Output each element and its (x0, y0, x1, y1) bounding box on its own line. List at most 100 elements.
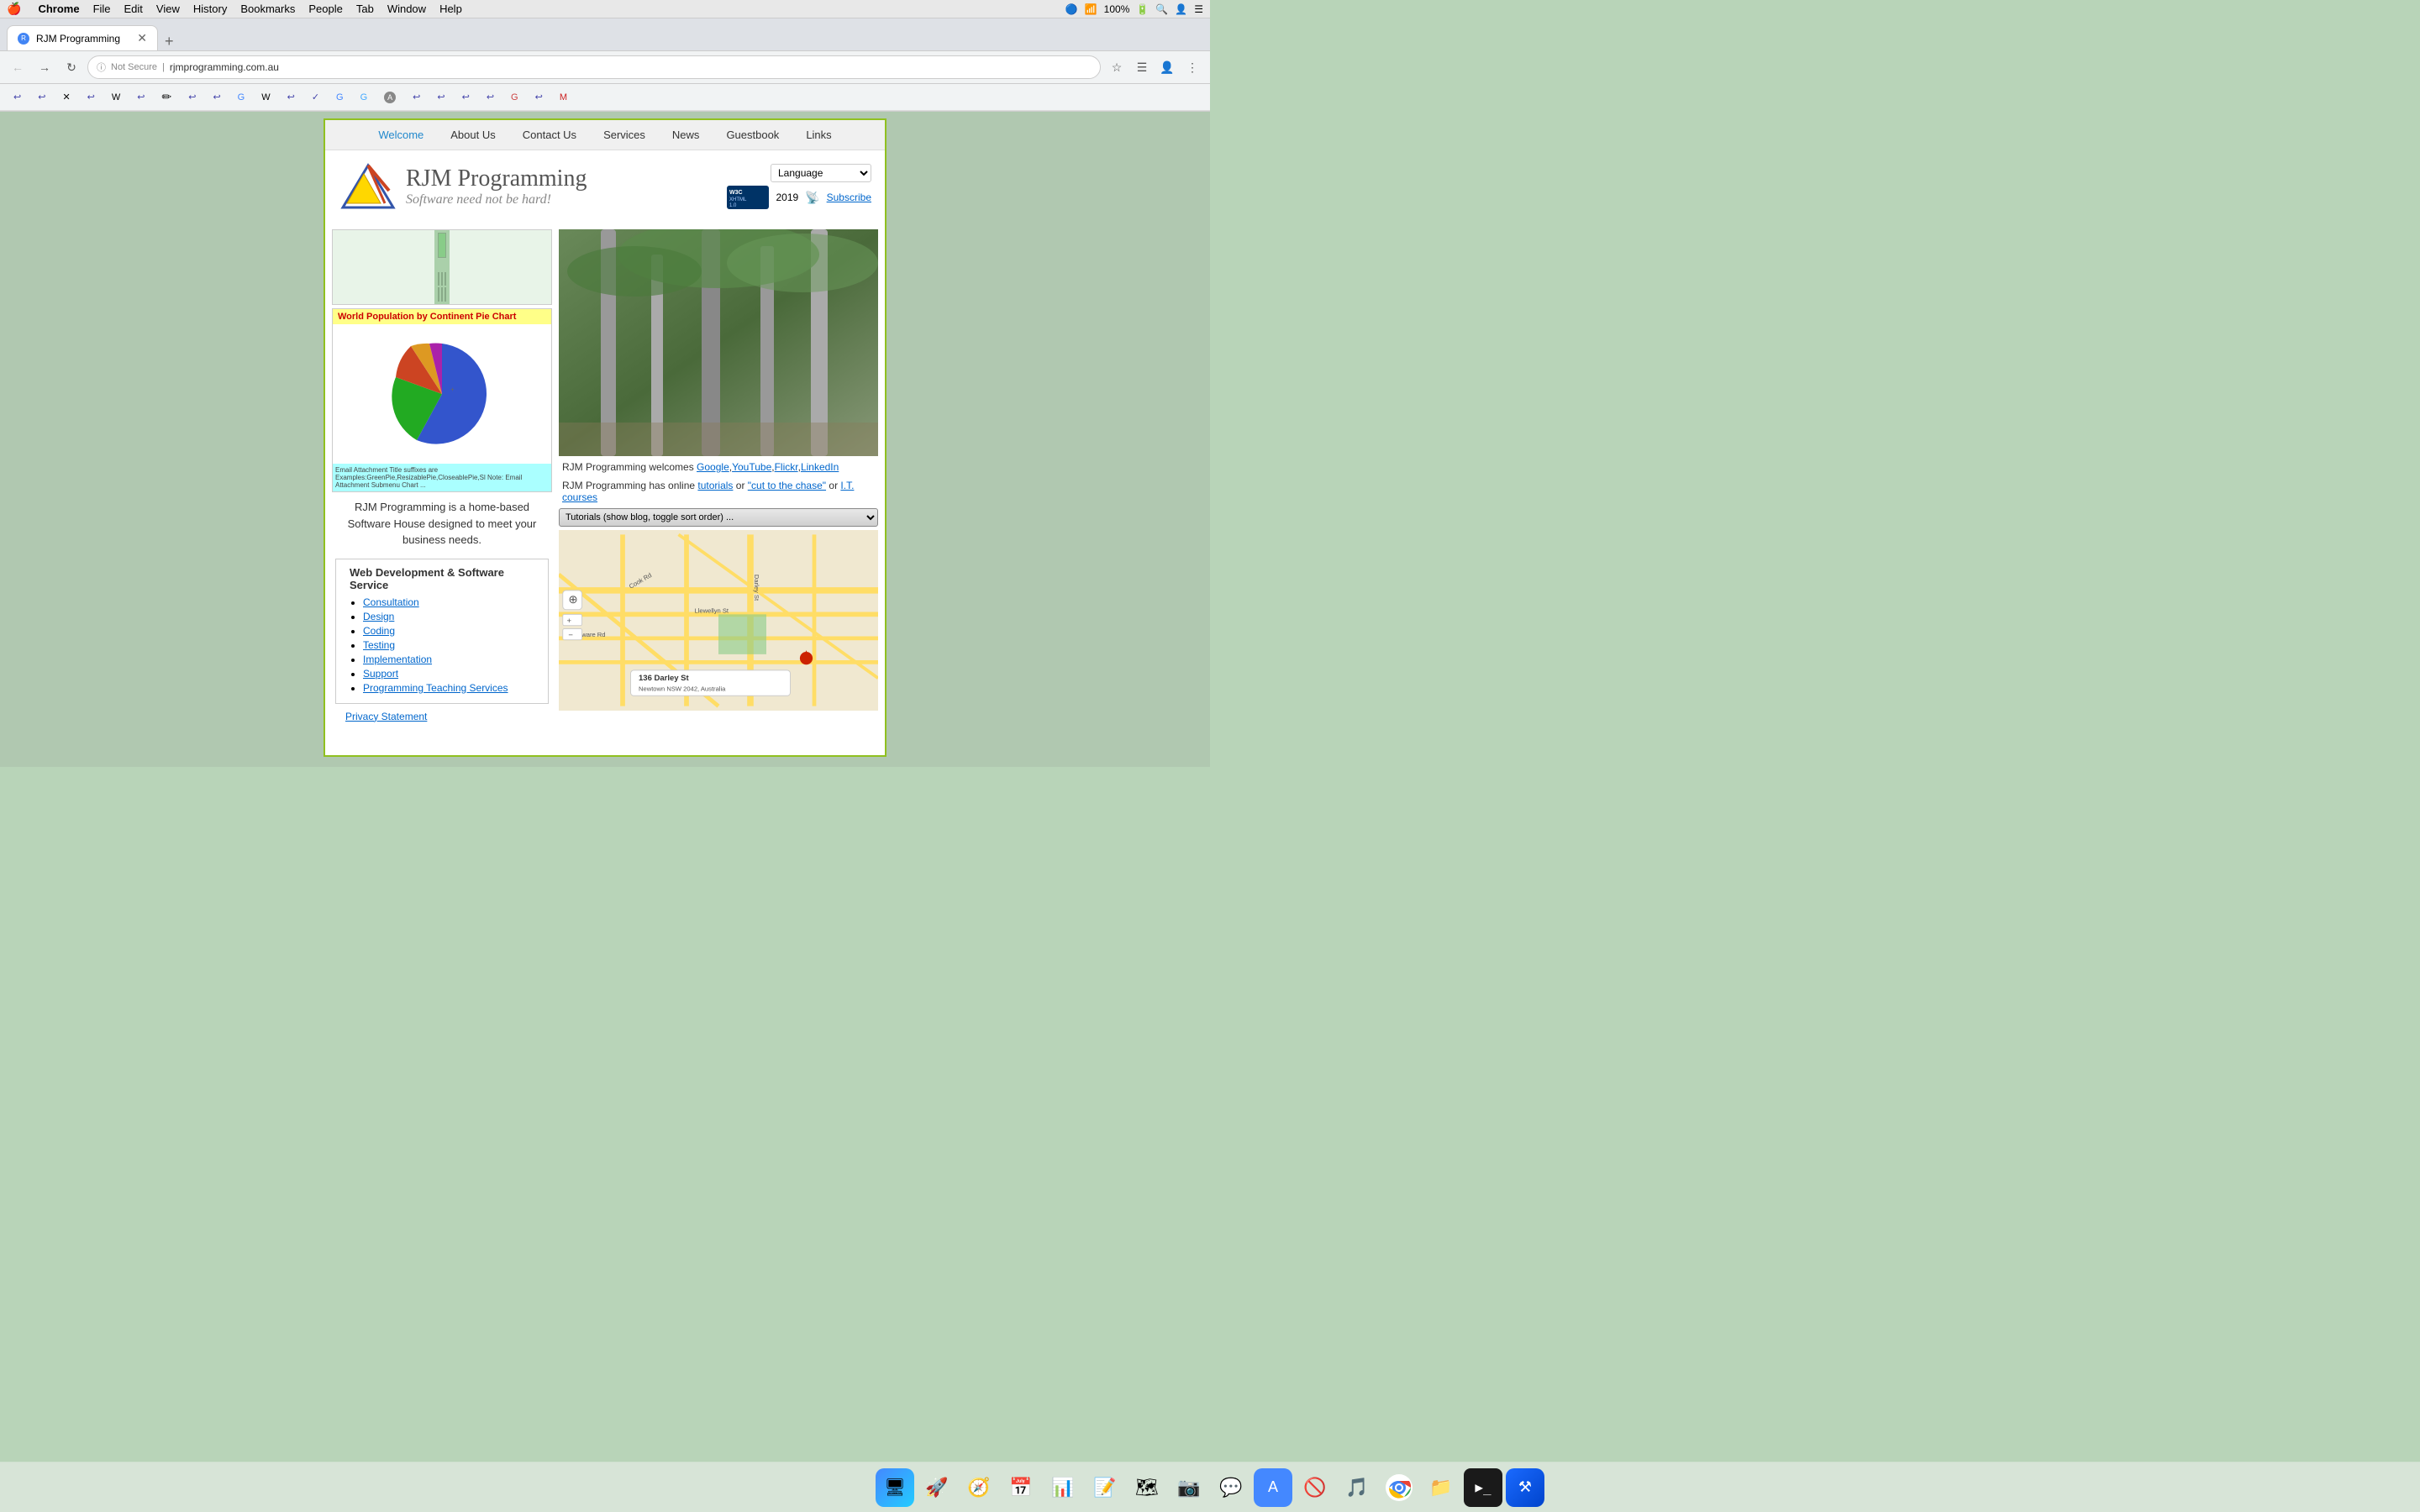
bookmark-item[interactable]: G (354, 87, 375, 108)
menu-view[interactable]: View (156, 3, 180, 15)
nav-services[interactable]: Services (590, 125, 659, 144)
bookmark-gmail[interactable]: M (553, 87, 574, 108)
privacy-link[interactable]: Privacy Statement (345, 711, 427, 722)
bookmark-item[interactable]: ✕ (55, 87, 76, 108)
google-link[interactable]: Google (697, 461, 729, 473)
nav-guestbook[interactable]: Guestbook (713, 125, 792, 144)
menu-people[interactable]: People (308, 3, 342, 15)
rss-icon: 📡 (805, 191, 819, 205)
dock-safari[interactable]: 🧭 (960, 1468, 998, 1507)
thumb-cell-3 (445, 272, 446, 286)
dock-messages[interactable]: 💬 (1212, 1468, 1250, 1507)
nav-news[interactable]: News (659, 125, 713, 144)
browser-tab[interactable]: R RJM Programming ✕ (7, 25, 158, 50)
menu-bookmarks[interactable]: Bookmarks (240, 3, 295, 15)
bookmark-item[interactable]: G (329, 87, 350, 108)
bookmark-item[interactable]: ↩ (130, 87, 151, 108)
bookmark-item[interactable]: ↩ (182, 87, 203, 108)
menu-tab[interactable]: Tab (356, 3, 374, 15)
service-consultation-link[interactable]: Consultation (363, 596, 419, 608)
menu-file[interactable]: File (93, 3, 111, 15)
dock-chrome[interactable] (1380, 1468, 1418, 1507)
cut-chase-link[interactable]: "cut to the chase" (748, 480, 826, 491)
service-teaching-link[interactable]: Programming Teaching Services (363, 682, 508, 694)
search-icon[interactable]: 🔍 (1155, 3, 1168, 15)
linkedin-link[interactable]: LinkedIn (801, 461, 839, 473)
service-design-link[interactable]: Design (363, 611, 394, 622)
more-button[interactable]: ⋮ (1181, 56, 1203, 78)
bookmark-item[interactable]: ↩ (430, 87, 451, 108)
service-support-link[interactable]: Support (363, 668, 398, 680)
bookmark-item[interactable]: ↩ (529, 87, 550, 108)
bookmark-item[interactable]: ↩ (406, 87, 427, 108)
welcome-links-area: RJM Programming welcomes Google,YouTube,… (559, 456, 878, 478)
dock-xcode[interactable]: ⚒ (1506, 1468, 1544, 1507)
reading-list-button[interactable]: ☰ (1131, 56, 1153, 78)
service-testing-link[interactable]: Testing (363, 639, 395, 651)
reload-button[interactable]: ↻ (60, 56, 82, 78)
menu-history[interactable]: History (193, 3, 227, 15)
menu-help[interactable]: Help (439, 3, 462, 15)
it-courses-area: RJM Programming has online tutorials or … (559, 478, 878, 505)
bookmark-item[interactable]: ✓ (305, 87, 326, 108)
controls-icon[interactable]: ☰ (1194, 3, 1203, 15)
bookmark-item[interactable]: ↩ (455, 87, 476, 108)
dock-finder[interactable]: 🖥 (876, 1468, 914, 1507)
profile-button[interactable]: 👤 (1156, 56, 1178, 78)
dock-calendar[interactable]: 📅 (1002, 1468, 1040, 1507)
menu-edit[interactable]: Edit (124, 3, 143, 15)
thumb-grid (434, 229, 450, 305)
bookmark-item[interactable]: ↩ (31, 87, 52, 108)
menu-window[interactable]: Window (387, 3, 426, 15)
dock-music[interactable]: 🎵 (1338, 1468, 1376, 1507)
bookmark-item[interactable]: ✏ (155, 87, 178, 108)
nav-links[interactable]: Links (792, 125, 844, 144)
pie-chart-widget[interactable]: World Population by Continent Pie Chart (332, 308, 552, 492)
dock-terminal[interactable]: ▶_ (1464, 1468, 1502, 1507)
bookmark-item-w[interactable]: W (105, 87, 127, 108)
nav-contact[interactable]: Contact Us (509, 125, 590, 144)
bookmark-item[interactable]: G (504, 87, 525, 108)
address-bar[interactable]: ⓘ Not Secure | rjmprogramming.com.au (87, 55, 1101, 79)
bookmark-item[interactable]: ↩ (480, 87, 501, 108)
bookmark-item-w2[interactable]: W (255, 87, 276, 108)
browser-action-buttons: ☆ ☰ 👤 ⋮ (1106, 56, 1203, 78)
dock-appstore[interactable]: A (1254, 1468, 1292, 1507)
bookmark-item[interactable]: A (377, 87, 402, 108)
dock-notes[interactable]: 📝 (1086, 1468, 1124, 1507)
forward-button[interactable]: → (34, 56, 55, 78)
dock-maps[interactable]: 🗺 (1128, 1468, 1166, 1507)
new-tab-button[interactable]: + (165, 33, 174, 50)
tutorials-dropdown[interactable]: Tutorials (show blog, toggle sort order)… (559, 508, 878, 527)
dock-blocked[interactable]: 🚫 (1296, 1468, 1334, 1507)
bookmark-item[interactable]: ↩ (7, 87, 28, 108)
dock-numbers[interactable]: 📊 (1044, 1468, 1082, 1507)
avatar-icon[interactable]: 👤 (1175, 3, 1187, 15)
service-coding-link[interactable]: Coding (363, 625, 395, 637)
subscribe-link[interactable]: Subscribe (827, 192, 871, 203)
bookmark-item[interactable]: G (231, 87, 252, 108)
pie-chart-footer: Email Attachment Title suffixes are Exam… (333, 464, 551, 491)
screenshot-thumbnail[interactable] (332, 229, 552, 305)
tutorials-link[interactable]: tutorials (697, 480, 733, 491)
welcome-text: RJM Programming is a home-based Software… (332, 492, 552, 555)
apple-icon[interactable]: 🍎 (7, 2, 21, 16)
bookmark-star-button[interactable]: ☆ (1106, 56, 1128, 78)
dock-photos[interactable]: 📷 (1170, 1468, 1208, 1507)
flickr-link[interactable]: Flickr (775, 461, 798, 473)
map-area[interactable]: Cook Rd Llewellyn St Edgeware Rd Darley … (559, 530, 878, 711)
nav-welcome[interactable]: Welcome (365, 125, 437, 144)
youtube-link[interactable]: YouTube (732, 461, 771, 473)
tab-favicon: R (18, 33, 29, 45)
dock-filezilla[interactable]: 📁 (1422, 1468, 1460, 1507)
dock-launchpad[interactable]: 🚀 (918, 1468, 956, 1507)
bookmark-item[interactable]: ↩ (206, 87, 227, 108)
back-button[interactable]: ← (7, 56, 29, 78)
language-select[interactable]: Language (771, 164, 871, 182)
close-tab-button[interactable]: ✕ (137, 31, 147, 45)
bookmark-item[interactable]: ↩ (81, 87, 102, 108)
nav-about[interactable]: About Us (437, 125, 508, 144)
menu-chrome[interactable]: Chrome (38, 3, 79, 15)
bookmark-item[interactable]: ↩ (281, 87, 302, 108)
service-implementation-link[interactable]: Implementation (363, 654, 432, 665)
